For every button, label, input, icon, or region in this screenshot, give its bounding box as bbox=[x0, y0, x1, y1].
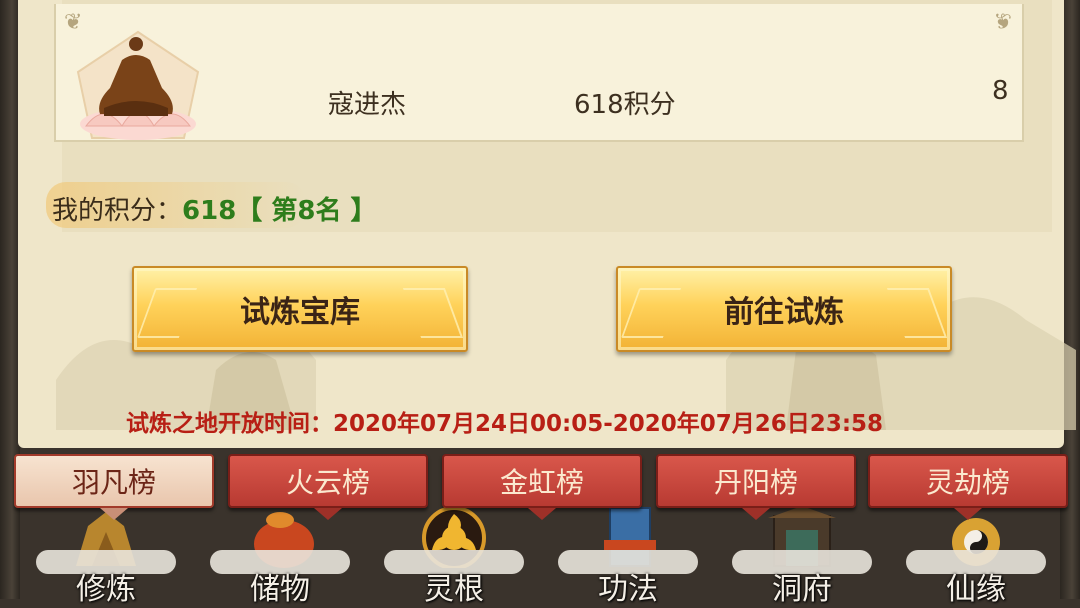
go-to-trial-label: 前往试炼 bbox=[724, 295, 844, 330]
dock-item-spirit-root[interactable]: 灵根 bbox=[374, 506, 534, 607]
ranked-player-name: 寇进杰 bbox=[328, 90, 407, 120]
button-ornament bbox=[402, 288, 464, 338]
button-ornament bbox=[620, 288, 682, 338]
bottom-bar: 修炼 储物 灵根 功法 洞府 仙缘 羽凡榜 火云榜 金虹榜 丹阳榜 灵劫榜 bbox=[0, 446, 1080, 607]
ranked-player-position: 8 bbox=[992, 76, 1009, 106]
tab-label: 金虹榜 bbox=[499, 466, 584, 499]
trial-treasury-button[interactable]: 试炼宝库 bbox=[132, 266, 468, 352]
tab-label: 火云榜 bbox=[285, 466, 370, 499]
dock-label: 仙缘 bbox=[946, 572, 1006, 607]
my-score-value: 618 bbox=[182, 196, 237, 226]
tab-huoyun[interactable]: 火云榜 bbox=[228, 454, 428, 508]
dock-label: 洞府 bbox=[772, 572, 832, 607]
dock-label: 灵根 bbox=[424, 572, 484, 607]
dock-label: 功法 bbox=[598, 572, 658, 607]
ranked-player-score: 618积分 bbox=[574, 90, 676, 120]
my-rank-text: 【 第8名 】 bbox=[236, 196, 377, 226]
go-to-trial-button[interactable]: 前往试炼 bbox=[616, 266, 952, 352]
tab-lingjie[interactable]: 灵劫榜 bbox=[868, 454, 1068, 508]
trial-open-time: 试炼之地开放时间：2020年07月24日00:05-2020年07月26日23:… bbox=[126, 411, 884, 437]
tab-yufan[interactable]: 羽凡榜 bbox=[14, 454, 214, 508]
tab-label: 羽凡榜 bbox=[71, 466, 156, 499]
tab-label: 丹阳榜 bbox=[713, 466, 798, 499]
button-ornament bbox=[136, 288, 198, 338]
rank-entry-row[interactable]: ❦ ❦ 寇进杰 618积分 8 bbox=[54, 4, 1024, 142]
dock-label: 修炼 bbox=[76, 572, 136, 607]
my-score-line: 我的积分：618【 第8名 】 bbox=[52, 190, 377, 227]
dock-item-technique[interactable]: 功法 bbox=[548, 506, 708, 607]
cloud-corner-ornament: ❦ bbox=[993, 10, 1012, 35]
my-score-label: 我的积分： bbox=[52, 196, 183, 226]
button-ornament bbox=[886, 288, 948, 338]
tab-label: 灵劫榜 bbox=[925, 466, 1010, 499]
trial-treasury-label: 试炼宝库 bbox=[240, 295, 360, 330]
tab-jinhong[interactable]: 金虹榜 bbox=[442, 454, 642, 508]
dock-label: 储物 bbox=[250, 572, 310, 607]
tab-danyang[interactable]: 丹阳榜 bbox=[656, 454, 856, 508]
lotus-immortal-icon bbox=[76, 30, 200, 140]
